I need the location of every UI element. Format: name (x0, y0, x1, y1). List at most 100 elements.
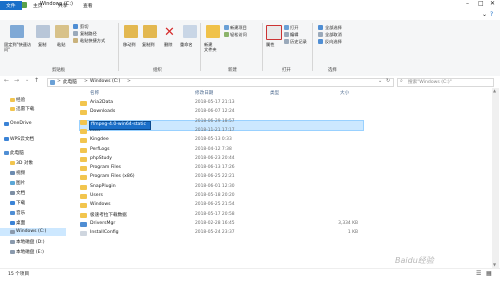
move-to-button[interactable]: 移动到 (123, 42, 136, 48)
pin-quick-access-button[interactable]: 固定到"快速访问" (4, 42, 34, 52)
up-icon[interactable]: ↑ (34, 77, 39, 84)
nav-item[interactable]: 本地磁盘 (D:) (10, 239, 45, 246)
properties-icon[interactable] (266, 25, 282, 40)
cut-button[interactable]: 剪切 (80, 24, 88, 30)
file-row[interactable]: phpStudy 2018-06-23 20:44 (80, 156, 420, 165)
file-date: 2018-06-01 12:30 (195, 183, 235, 189)
nav-item[interactable]: 文档 (10, 190, 26, 197)
nav-item[interactable]: 桌面 (10, 220, 26, 227)
file-row[interactable]: Program Files 2018-06-13 17:26 (80, 165, 420, 174)
properties-button[interactable]: 属性 (266, 42, 274, 48)
recent-locations-icon[interactable]: ⌄ (25, 77, 29, 83)
breadcrumb-drive-c[interactable]: Windows (C:) (90, 79, 120, 84)
file-row[interactable]: SnapPlugin 2018-06-01 12:30 (80, 184, 420, 193)
history-button[interactable]: 历史记录 (290, 39, 307, 45)
column-header-type[interactable]: 类型 (270, 90, 279, 96)
select-none-button[interactable]: 全部取消 (325, 32, 342, 38)
delete-icon[interactable]: ✕ (164, 25, 175, 40)
new-item-button[interactable]: 新建项目 (230, 25, 247, 31)
tab-file[interactable]: 文件 (0, 1, 22, 10)
nav-item[interactable]: 经验 (10, 97, 25, 104)
folder-icon (80, 184, 87, 190)
search-placeholder: 搜索"Windows (C:)" (408, 80, 452, 85)
folder-icon (80, 138, 87, 144)
tab-home[interactable]: 主页 (30, 2, 46, 9)
picture-icon (10, 181, 15, 185)
chevron-down-icon[interactable]: ⌄ (482, 11, 487, 18)
edit-button[interactable]: 编辑 (290, 32, 298, 38)
nav-item[interactable]: 迅雷下载 (10, 106, 35, 113)
nav-item[interactable]: 此电脑 (4, 150, 24, 157)
file-row[interactable]: PerfLogs 2018-04-12 7:38 (80, 147, 420, 156)
nav-item[interactable]: 3D 对象 (10, 160, 33, 167)
new-folder-icon[interactable] (21, 2, 27, 8)
ribbon-separator (200, 23, 201, 71)
file-row[interactable]: DriversMgr 2018-02-28 16:45 3,334 KB (80, 221, 420, 230)
nav-item[interactable]: Windows (C:) (10, 229, 46, 236)
maximize-icon[interactable]: □ (478, 0, 484, 7)
minimize-icon[interactable]: – (466, 0, 469, 7)
copy-path-button[interactable]: 复制路径 (80, 31, 97, 37)
open-icon (284, 25, 289, 30)
nav-item[interactable]: 本地磁盘 (E:) (10, 249, 44, 256)
tab-view[interactable]: 查看 (80, 2, 96, 9)
rename-button[interactable]: 重命名 (180, 42, 193, 48)
open-button[interactable]: 打开 (290, 25, 298, 31)
help-icon[interactable]: ? (490, 11, 493, 18)
file-row[interactable]: Users 2018-05-18 20:20 (80, 193, 420, 202)
move-to-icon[interactable] (124, 25, 138, 38)
new-folder-button[interactable]: 新建 文件夹 (204, 42, 226, 52)
pin-icon[interactable] (10, 25, 24, 38)
nav-item-label: 桌面 (16, 221, 26, 226)
details-view-icon[interactable]: ☰ (476, 270, 481, 277)
back-icon[interactable]: ← (4, 77, 9, 84)
column-header-size[interactable]: 大小 (340, 90, 349, 96)
music-icon (10, 211, 15, 215)
copy-to-button[interactable]: 复制到 (142, 42, 155, 48)
select-all-button[interactable]: 全部选择 (325, 25, 342, 31)
scroll-up-icon[interactable]: ▲ (493, 88, 496, 93)
close-icon[interactable]: ✕ (490, 0, 495, 7)
nav-item[interactable]: 下载 (10, 200, 25, 207)
nav-item[interactable]: 图片 (10, 180, 25, 187)
paste-button[interactable]: 粘贴 (57, 42, 65, 48)
file-row[interactable]: 极速考拉下载数据 2018-05-17 20:58 (80, 212, 420, 221)
easy-access-button[interactable]: 轻松访问 (230, 32, 247, 38)
file-row[interactable]: Downloads 2018-06-07 12:24 (80, 109, 420, 118)
nav-item[interactable]: 音乐 (10, 210, 25, 217)
paste-icon[interactable] (55, 25, 69, 38)
nav-item[interactable]: 视频 (10, 170, 25, 177)
nav-item-label: 迅雷下载 (16, 107, 35, 112)
column-header-name[interactable]: 名称 (90, 90, 99, 96)
file-row[interactable]: Windows 2018-06-25 21:54 (80, 202, 420, 211)
file-row[interactable]: Kingdee 2018-05-13 0:33 (80, 137, 420, 146)
invert-selection-button[interactable]: 反向选择 (325, 39, 342, 45)
forward-icon[interactable]: → (14, 77, 19, 84)
breadcrumb-this-pc[interactable]: 此电脑 (63, 79, 77, 85)
file-name: Aria2Data (90, 100, 114, 105)
nav-item[interactable]: WPS云文档 (4, 136, 34, 143)
new-folder-icon[interactable] (206, 25, 220, 38)
rename-input-value[interactable]: ffmpeg-4.0-win64-static (91, 122, 146, 127)
vertical-scrollbar[interactable] (492, 88, 499, 268)
folder-icon (80, 110, 87, 116)
nav-item[interactable]: OneDrive (4, 121, 32, 128)
column-header-date[interactable]: 修改日期 (195, 90, 213, 96)
file-row[interactable]: Aria2Data 2018-05-17 21:13 (80, 100, 420, 109)
file-row[interactable]: Program Files (x86) 2018-06-25 22:21 (80, 174, 420, 183)
paste-shortcut-button[interactable]: 粘贴快捷方式 (80, 38, 105, 44)
rename-icon[interactable] (183, 25, 197, 38)
copy-to-icon[interactable] (143, 25, 157, 38)
copy-icon[interactable] (36, 25, 50, 38)
large-icons-view-icon[interactable]: ▦ (486, 270, 492, 277)
delete-button[interactable]: 删除 (164, 42, 172, 48)
refresh-icon[interactable]: ↻ (386, 78, 390, 84)
nav-item-label: 文档 (16, 191, 26, 196)
file-date: 2018-05-17 21:13 (195, 100, 235, 105)
address-dropdown-icon[interactable]: ⌄ (378, 78, 382, 84)
scroll-down-icon[interactable]: ▼ (493, 262, 496, 267)
copy-button[interactable]: 复制 (38, 42, 46, 48)
folder-icon (80, 203, 87, 209)
file-row[interactable]: InstallConfig 2018-05-24 23:37 1 KB (80, 230, 420, 239)
tab-share[interactable]: 共享 (55, 2, 71, 9)
